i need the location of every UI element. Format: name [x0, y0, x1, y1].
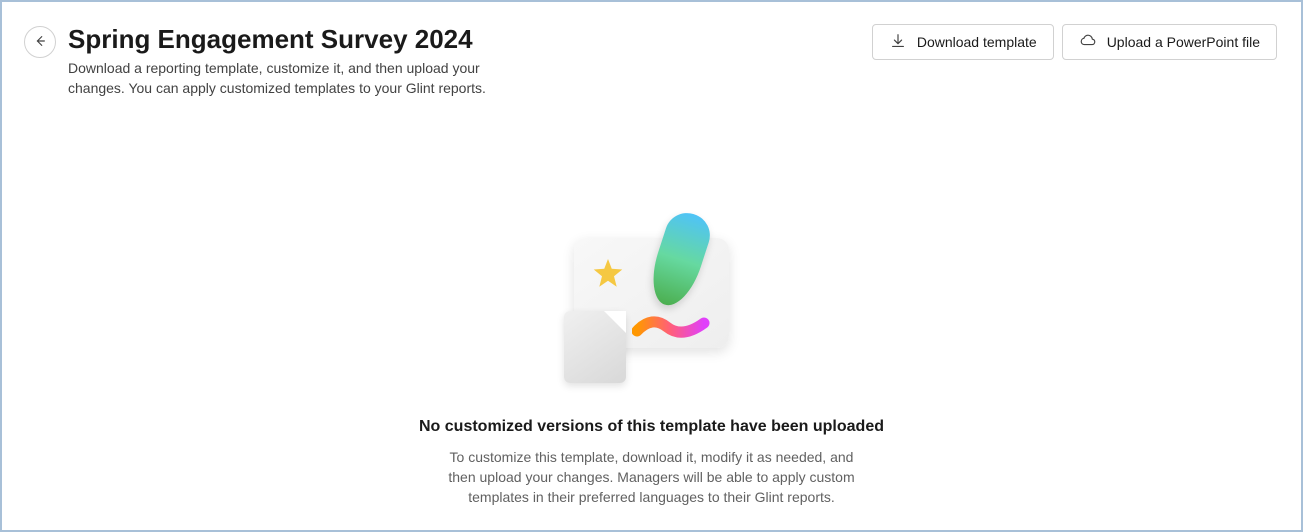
back-button[interactable]: [24, 26, 56, 58]
cloud-upload-icon: [1079, 32, 1097, 53]
download-button-label: Download template: [917, 34, 1037, 50]
upload-button-label: Upload a PowerPoint file: [1107, 34, 1260, 50]
upload-powerpoint-button[interactable]: Upload a PowerPoint file: [1062, 24, 1277, 60]
empty-state-illustration: [562, 208, 742, 388]
page-title: Spring Engagement Survey 2024: [68, 24, 508, 55]
empty-state: No customized versions of this template …: [2, 208, 1301, 507]
arrow-left-icon: [33, 34, 47, 51]
download-template-button[interactable]: Download template: [872, 24, 1054, 60]
empty-state-title: No customized versions of this template …: [419, 418, 884, 436]
empty-state-description: To customize this template, download it,…: [447, 448, 857, 507]
download-icon: [889, 32, 907, 53]
page-subtitle: Download a reporting template, customize…: [68, 59, 508, 98]
